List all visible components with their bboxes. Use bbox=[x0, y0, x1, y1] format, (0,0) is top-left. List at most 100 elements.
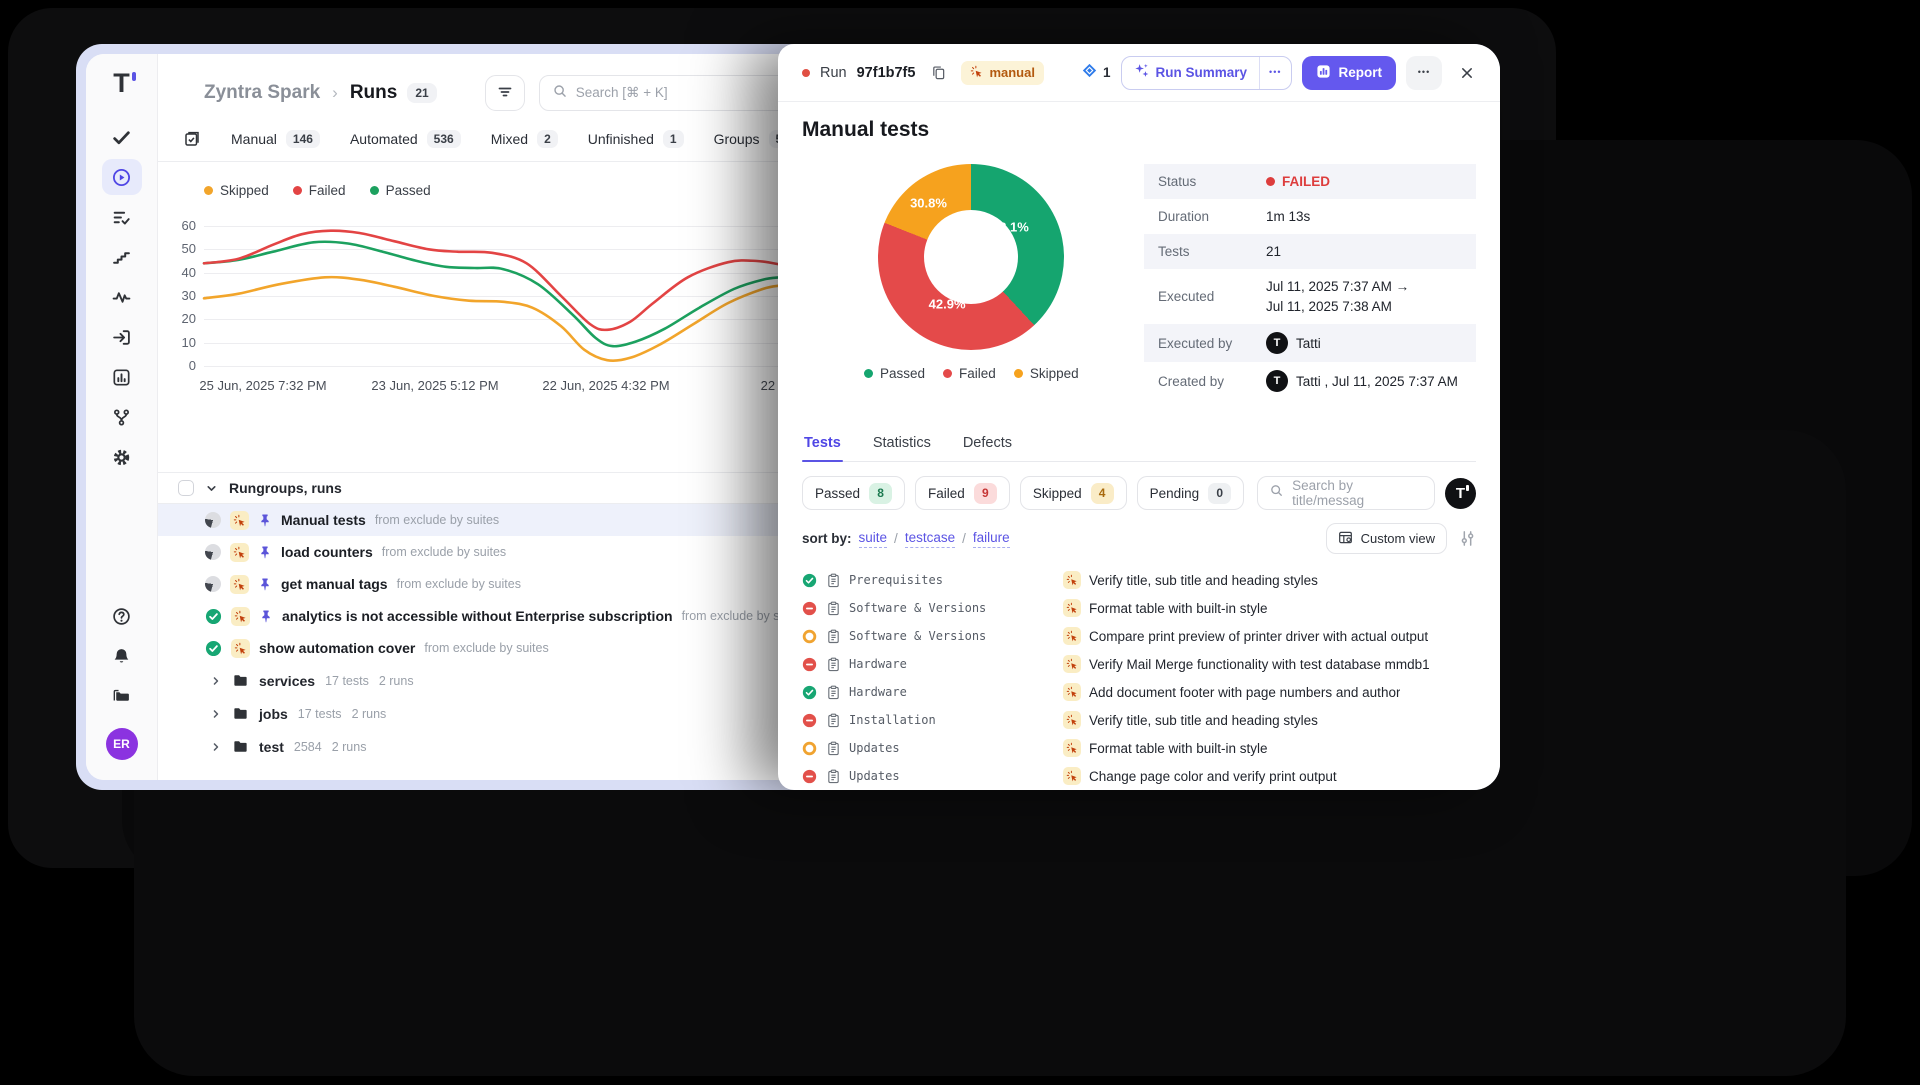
report-button[interactable]: Report bbox=[1302, 56, 1397, 90]
chip-count-badge: 4 bbox=[1091, 483, 1114, 504]
filter-button[interactable] bbox=[485, 75, 525, 111]
panel-tab-tests[interactable]: Tests bbox=[802, 428, 843, 461]
test-row[interactable]: PrerequisitesVerify title, sub title and… bbox=[802, 566, 1476, 594]
skipped-status-icon bbox=[802, 629, 817, 644]
suite-clipboard-icon bbox=[826, 629, 841, 644]
test-title: Format table with built-in style bbox=[1089, 601, 1268, 616]
sort-option-suite[interactable]: suite bbox=[859, 529, 888, 548]
executed-end: Jul 11, 2025 7:38 AM bbox=[1266, 297, 1409, 317]
test-row[interactable]: Software & VersionsCompare print preview… bbox=[802, 622, 1476, 650]
donut-legend: Passed Failed Skipped bbox=[864, 366, 1079, 381]
chevron-down-icon[interactable] bbox=[205, 482, 218, 495]
stat-row: StatusFAILED bbox=[1144, 164, 1476, 199]
run-summary-button[interactable]: Run Summary ••• bbox=[1121, 56, 1292, 90]
sidebar-item-notifications[interactable] bbox=[102, 638, 142, 674]
donut-legend-item-failed[interactable]: Failed bbox=[943, 366, 996, 381]
select-all-checkbox[interactable] bbox=[178, 480, 194, 496]
tab-unfinished[interactable]: Unfinished1 bbox=[588, 130, 684, 148]
tests-search-input[interactable]: Search by title/messag bbox=[1257, 476, 1435, 510]
folder-name: jobs bbox=[259, 706, 288, 722]
legend-dot bbox=[204, 186, 213, 195]
tab-mixed[interactable]: Mixed2 bbox=[491, 130, 558, 148]
folder-count: 2 runs bbox=[352, 707, 387, 721]
filter-chip-skipped[interactable]: Skipped4 bbox=[1020, 476, 1127, 510]
sort-option-testcase[interactable]: testcase bbox=[905, 529, 955, 548]
sort-right-group: Custom view bbox=[1326, 523, 1476, 554]
in-progress-status-icon bbox=[205, 512, 221, 528]
sidebar-item-steps[interactable] bbox=[102, 239, 142, 275]
run-summary-more-button[interactable]: ••• bbox=[1259, 57, 1290, 89]
chevron-right-icon[interactable] bbox=[210, 708, 222, 720]
sidebar-item-import[interactable] bbox=[102, 319, 142, 355]
filter-chip-pending[interactable]: Pending0 bbox=[1137, 476, 1245, 510]
search-input[interactable]: Search [⌘ + K] bbox=[539, 75, 811, 111]
legend-item-failed[interactable]: Failed bbox=[293, 183, 346, 198]
app-logo[interactable]: T bbox=[113, 70, 130, 97]
run-id: 97f1b7f5 bbox=[857, 65, 916, 81]
stat-value: 1m 13s bbox=[1266, 209, 1310, 224]
close-button[interactable] bbox=[1452, 58, 1482, 88]
test-row[interactable]: HardwareVerify Mail Merge functionality … bbox=[802, 650, 1476, 678]
donut-legend-item-skipped[interactable]: Skipped bbox=[1014, 366, 1079, 381]
sidebar-item-runs[interactable] bbox=[102, 159, 142, 195]
sort-option-failure[interactable]: failure bbox=[973, 529, 1010, 548]
linked-issues[interactable]: 1 bbox=[1082, 63, 1111, 83]
folder-count: 2 runs bbox=[379, 674, 414, 688]
assignee-avatar[interactable]: T bbox=[1445, 478, 1476, 509]
chevron-right-icon[interactable] bbox=[210, 675, 222, 687]
rungroups-title: Rungroups, runs bbox=[229, 480, 342, 496]
more-actions-button[interactable]: ••• bbox=[1406, 56, 1442, 90]
sidebar-nav bbox=[102, 119, 142, 475]
stat-row: Duration1m 13s bbox=[1144, 199, 1476, 234]
folder-name: test bbox=[259, 739, 284, 755]
chip-label: Pending bbox=[1150, 486, 1200, 501]
passed-status-icon bbox=[205, 640, 222, 657]
test-row[interactable]: HardwareAdd document footer with page nu… bbox=[802, 678, 1476, 706]
passed-status-icon bbox=[802, 685, 817, 700]
filter-chip-failed[interactable]: Failed9 bbox=[915, 476, 1010, 510]
y-axis-tick: 60 bbox=[162, 218, 196, 233]
legend-dot bbox=[370, 186, 379, 195]
manual-type-badge: manual bbox=[961, 61, 1044, 85]
donut-chart: 38.1%42.9%30.8% bbox=[878, 164, 1064, 350]
sidebar-item-branches[interactable] bbox=[102, 399, 142, 435]
tab-count-badge: 146 bbox=[286, 130, 320, 148]
legend-item-skipped[interactable]: Skipped bbox=[204, 183, 269, 198]
chip-label: Failed bbox=[928, 486, 965, 501]
test-row[interactable]: InstallationVerify title, sub title and … bbox=[802, 706, 1476, 734]
test-row[interactable]: Software & VersionsFormat table with bui… bbox=[802, 594, 1476, 622]
sliders-icon[interactable] bbox=[1459, 530, 1476, 547]
sidebar-item-activity[interactable] bbox=[102, 279, 142, 315]
copy-button[interactable] bbox=[925, 60, 951, 86]
filter-chip-passed[interactable]: Passed8 bbox=[802, 476, 905, 510]
tab-manual[interactable]: Manual146 bbox=[231, 130, 320, 148]
donut-legend-item-passed[interactable]: Passed bbox=[864, 366, 925, 381]
sidebar-item-test-cases[interactable] bbox=[102, 199, 142, 235]
manual-type-icon bbox=[231, 607, 250, 626]
breadcrumb-app[interactable]: Zyntra Spark bbox=[204, 82, 320, 104]
test-suite: Updates bbox=[849, 769, 1055, 783]
y-axis-tick: 20 bbox=[162, 311, 196, 326]
panel-tab-defects[interactable]: Defects bbox=[961, 428, 1014, 461]
run-overview: 38.1%42.9%30.8% Passed Failed Skipped Stat… bbox=[802, 164, 1476, 400]
run-summary-label: Run Summary bbox=[1156, 65, 1248, 80]
user-avatar[interactable]: ER bbox=[106, 728, 138, 760]
sidebar-item-tasks[interactable] bbox=[102, 119, 142, 155]
test-suite: Hardware bbox=[849, 657, 1055, 671]
custom-view-button[interactable]: Custom view bbox=[1326, 523, 1447, 554]
test-row[interactable]: UpdatesFormat table with built-in style bbox=[802, 734, 1476, 762]
manual-type-icon bbox=[1063, 767, 1081, 785]
chevron-right-icon[interactable] bbox=[210, 741, 222, 753]
legend-label: Passed bbox=[880, 366, 925, 381]
sidebar-item-help[interactable] bbox=[102, 598, 142, 634]
sidebar-item-reports[interactable] bbox=[102, 359, 142, 395]
legend-item-passed[interactable]: Passed bbox=[370, 183, 431, 198]
panel-tab-statistics[interactable]: Statistics bbox=[871, 428, 933, 461]
sidebar-item-settings[interactable] bbox=[102, 439, 142, 475]
tab-automated[interactable]: Automated536 bbox=[350, 130, 461, 148]
run-summary-main[interactable]: Run Summary bbox=[1122, 57, 1260, 89]
sidebar-item-projects[interactable] bbox=[102, 678, 142, 714]
test-row[interactable]: UpdatesChange page color and verify prin… bbox=[802, 762, 1476, 790]
import-icon bbox=[112, 328, 131, 347]
run-origin: from exclude by suites bbox=[424, 641, 548, 655]
